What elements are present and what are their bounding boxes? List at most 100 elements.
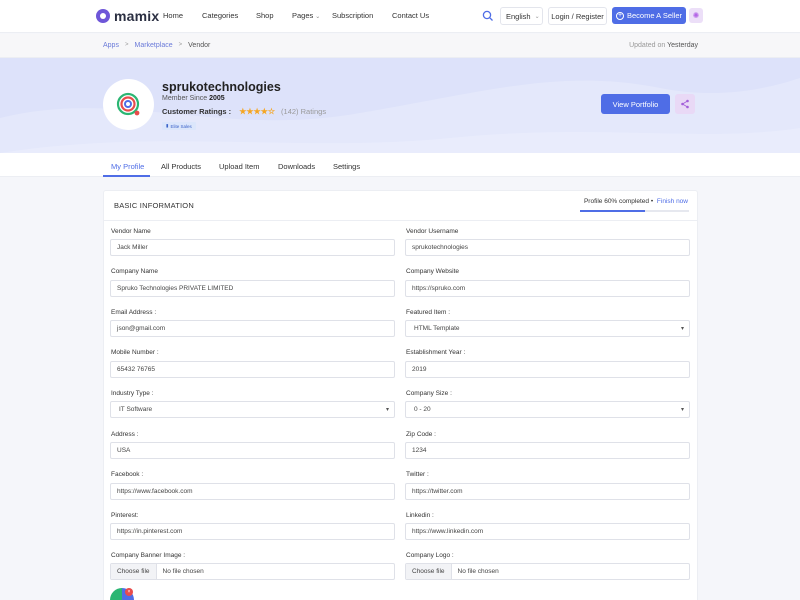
breadcrumb-bar: Apps > Marketplace > Vendor Updated on Y…: [0, 34, 800, 58]
caret-down-icon: ▾: [680, 326, 684, 332]
language-label: English: [506, 11, 531, 21]
caret-down-icon: ▾: [385, 407, 389, 413]
mobile-label: Mobile Number :: [111, 349, 159, 356]
active-tab-indicator: [103, 175, 150, 177]
profile-progress-text: Profile 60% completed • Finish now: [584, 198, 688, 205]
email-input[interactable]: json@gmail.com: [110, 320, 395, 337]
vendor-logo-icon: [116, 92, 139, 115]
banner-image-file-input[interactable]: Choose file No file chosen: [110, 563, 395, 580]
company-logo-file-input[interactable]: Choose file No file chosen: [405, 563, 690, 580]
vendor-username-input[interactable]: sprukotechnologies: [405, 239, 690, 256]
badge-label: Elite Sales: [170, 123, 192, 129]
tab-my-profile[interactable]: My Profile: [111, 162, 144, 171]
zip-code-label: Zip Code :: [406, 431, 436, 438]
become-seller-button[interactable]: + Become A Seller: [612, 7, 686, 24]
linkedin-input[interactable]: https://www.linkedin.com: [405, 523, 690, 540]
top-navbar: mamix Home Categories Shop Pages ⌄ Subscr…: [0, 0, 800, 33]
file-status: No file chosen: [162, 568, 204, 575]
updated-label: Updated on: [629, 42, 666, 49]
tab-all-products[interactable]: All Products: [161, 162, 201, 171]
twitter-label: Twitter :: [406, 471, 429, 478]
chevron-right-icon: >: [124, 42, 129, 48]
tab-settings[interactable]: Settings: [333, 162, 360, 171]
card-header: BASIC INFORMATION Profile 60% completed …: [104, 191, 697, 221]
nav-subscription[interactable]: Subscription: [332, 11, 373, 20]
view-portfolio-button[interactable]: View Portfolio: [601, 94, 670, 114]
search-icon[interactable]: [482, 10, 494, 22]
nav-pages-label: Pages: [292, 11, 314, 20]
zip-code-input[interactable]: 1234: [405, 442, 690, 459]
chart-icon: ▮: [166, 123, 169, 128]
featured-item-label: Featured Item :: [406, 309, 451, 316]
industry-type-label: Industry Type :: [111, 390, 154, 397]
address-input[interactable]: USA: [110, 442, 395, 459]
profile-progress-fill: [580, 210, 646, 212]
member-since-label: Member Since: [162, 95, 208, 102]
customer-ratings: Customer Ratings : ★★★★☆ (142) Ratings: [162, 107, 326, 116]
brand-logo[interactable]: mamix: [96, 8, 159, 24]
vendor-name: sprukotechnologies: [162, 80, 281, 94]
company-size-select[interactable]: 0 - 20 ▾: [405, 401, 690, 418]
login-register-button[interactable]: Login / Register: [548, 7, 607, 25]
member-since: Member Since 2005: [162, 95, 225, 102]
progress-separator: •: [650, 198, 654, 205]
vendor-username-label: Vendor Username: [406, 228, 459, 235]
address-label: Address :: [111, 431, 139, 438]
breadcrumb-vendor: Vendor: [188, 42, 211, 49]
chevron-down-icon: ⌄: [315, 14, 321, 20]
facebook-input[interactable]: https://www.facebook.com: [110, 483, 395, 500]
company-website-input[interactable]: https://spruko.com: [405, 280, 690, 297]
company-size-label: Company Size :: [406, 390, 452, 397]
ratings-label: Customer Ratings :: [162, 107, 232, 116]
share-icon: [681, 99, 689, 109]
company-logo-label: Company Logo :: [406, 552, 454, 559]
breadcrumb: Apps > Marketplace > Vendor: [103, 42, 210, 49]
remove-image-icon[interactable]: ×: [125, 588, 133, 596]
email-label: Email Address :: [111, 309, 157, 316]
nav-categories[interactable]: Categories: [202, 11, 238, 20]
gear-icon[interactable]: ✺: [689, 8, 703, 23]
logo-icon: [96, 9, 110, 23]
nav-home[interactable]: Home: [163, 11, 183, 20]
finish-now-link[interactable]: Finish now: [657, 198, 688, 205]
updated-info: Updated on Yesterday: [629, 42, 698, 49]
vendor-name-input[interactable]: Jack Miller: [110, 239, 395, 256]
choose-file-button[interactable]: Choose file: [111, 564, 157, 579]
nav-shop[interactable]: Shop: [256, 11, 274, 20]
nav-pages[interactable]: Pages ⌄: [292, 11, 320, 20]
nav-contact[interactable]: Contact Us: [392, 11, 429, 20]
company-name-input[interactable]: Spruko Technologies PRIVATE LIMITED: [110, 280, 395, 297]
mobile-input[interactable]: 65432 76765: [110, 361, 395, 378]
choose-file-button[interactable]: Choose file: [406, 564, 452, 579]
establishment-year-input[interactable]: 2019: [405, 361, 690, 378]
ratings-count: (142) Ratings: [281, 107, 327, 116]
breadcrumb-apps[interactable]: Apps: [103, 42, 119, 49]
member-since-year: 2005: [209, 95, 225, 102]
plus-circle-icon: +: [615, 11, 624, 20]
breadcrumb-marketplace[interactable]: Marketplace: [134, 42, 172, 49]
featured-item-value: HTML Template: [414, 325, 460, 332]
company-website-label: Company Website: [406, 268, 459, 275]
twitter-input[interactable]: https://twitter.com: [405, 483, 690, 500]
star-rating-icon: ★★★★☆: [239, 107, 276, 116]
pinterest-input[interactable]: https://in.pinterest.com: [110, 523, 395, 540]
vendor-avatar: [103, 79, 154, 130]
pinterest-label: Pinterest:: [111, 512, 139, 519]
chevron-down-icon: ⌄: [534, 13, 540, 20]
company-size-value: 0 - 20: [414, 406, 431, 413]
caret-down-icon: ▾: [680, 407, 684, 413]
chevron-right-icon: >: [178, 42, 183, 48]
company-name-label: Company Name: [111, 268, 158, 275]
updated-value: Yesterday: [667, 42, 698, 49]
become-seller-label: Become A Seller: [626, 11, 683, 20]
establishment-year-label: Establishment Year :: [406, 349, 466, 356]
facebook-label: Facebook :: [111, 471, 144, 478]
industry-type-select[interactable]: IT Software ▾: [110, 401, 395, 418]
card-title: BASIC INFORMATION: [114, 201, 194, 210]
featured-item-select[interactable]: HTML Template ▾: [405, 320, 690, 337]
tab-upload-item[interactable]: Upload Item: [219, 162, 259, 171]
profile-progress-bar: [580, 210, 689, 212]
share-button[interactable]: [675, 94, 695, 114]
tab-downloads[interactable]: Downloads: [278, 162, 315, 171]
language-select[interactable]: English ⌄: [500, 7, 543, 25]
